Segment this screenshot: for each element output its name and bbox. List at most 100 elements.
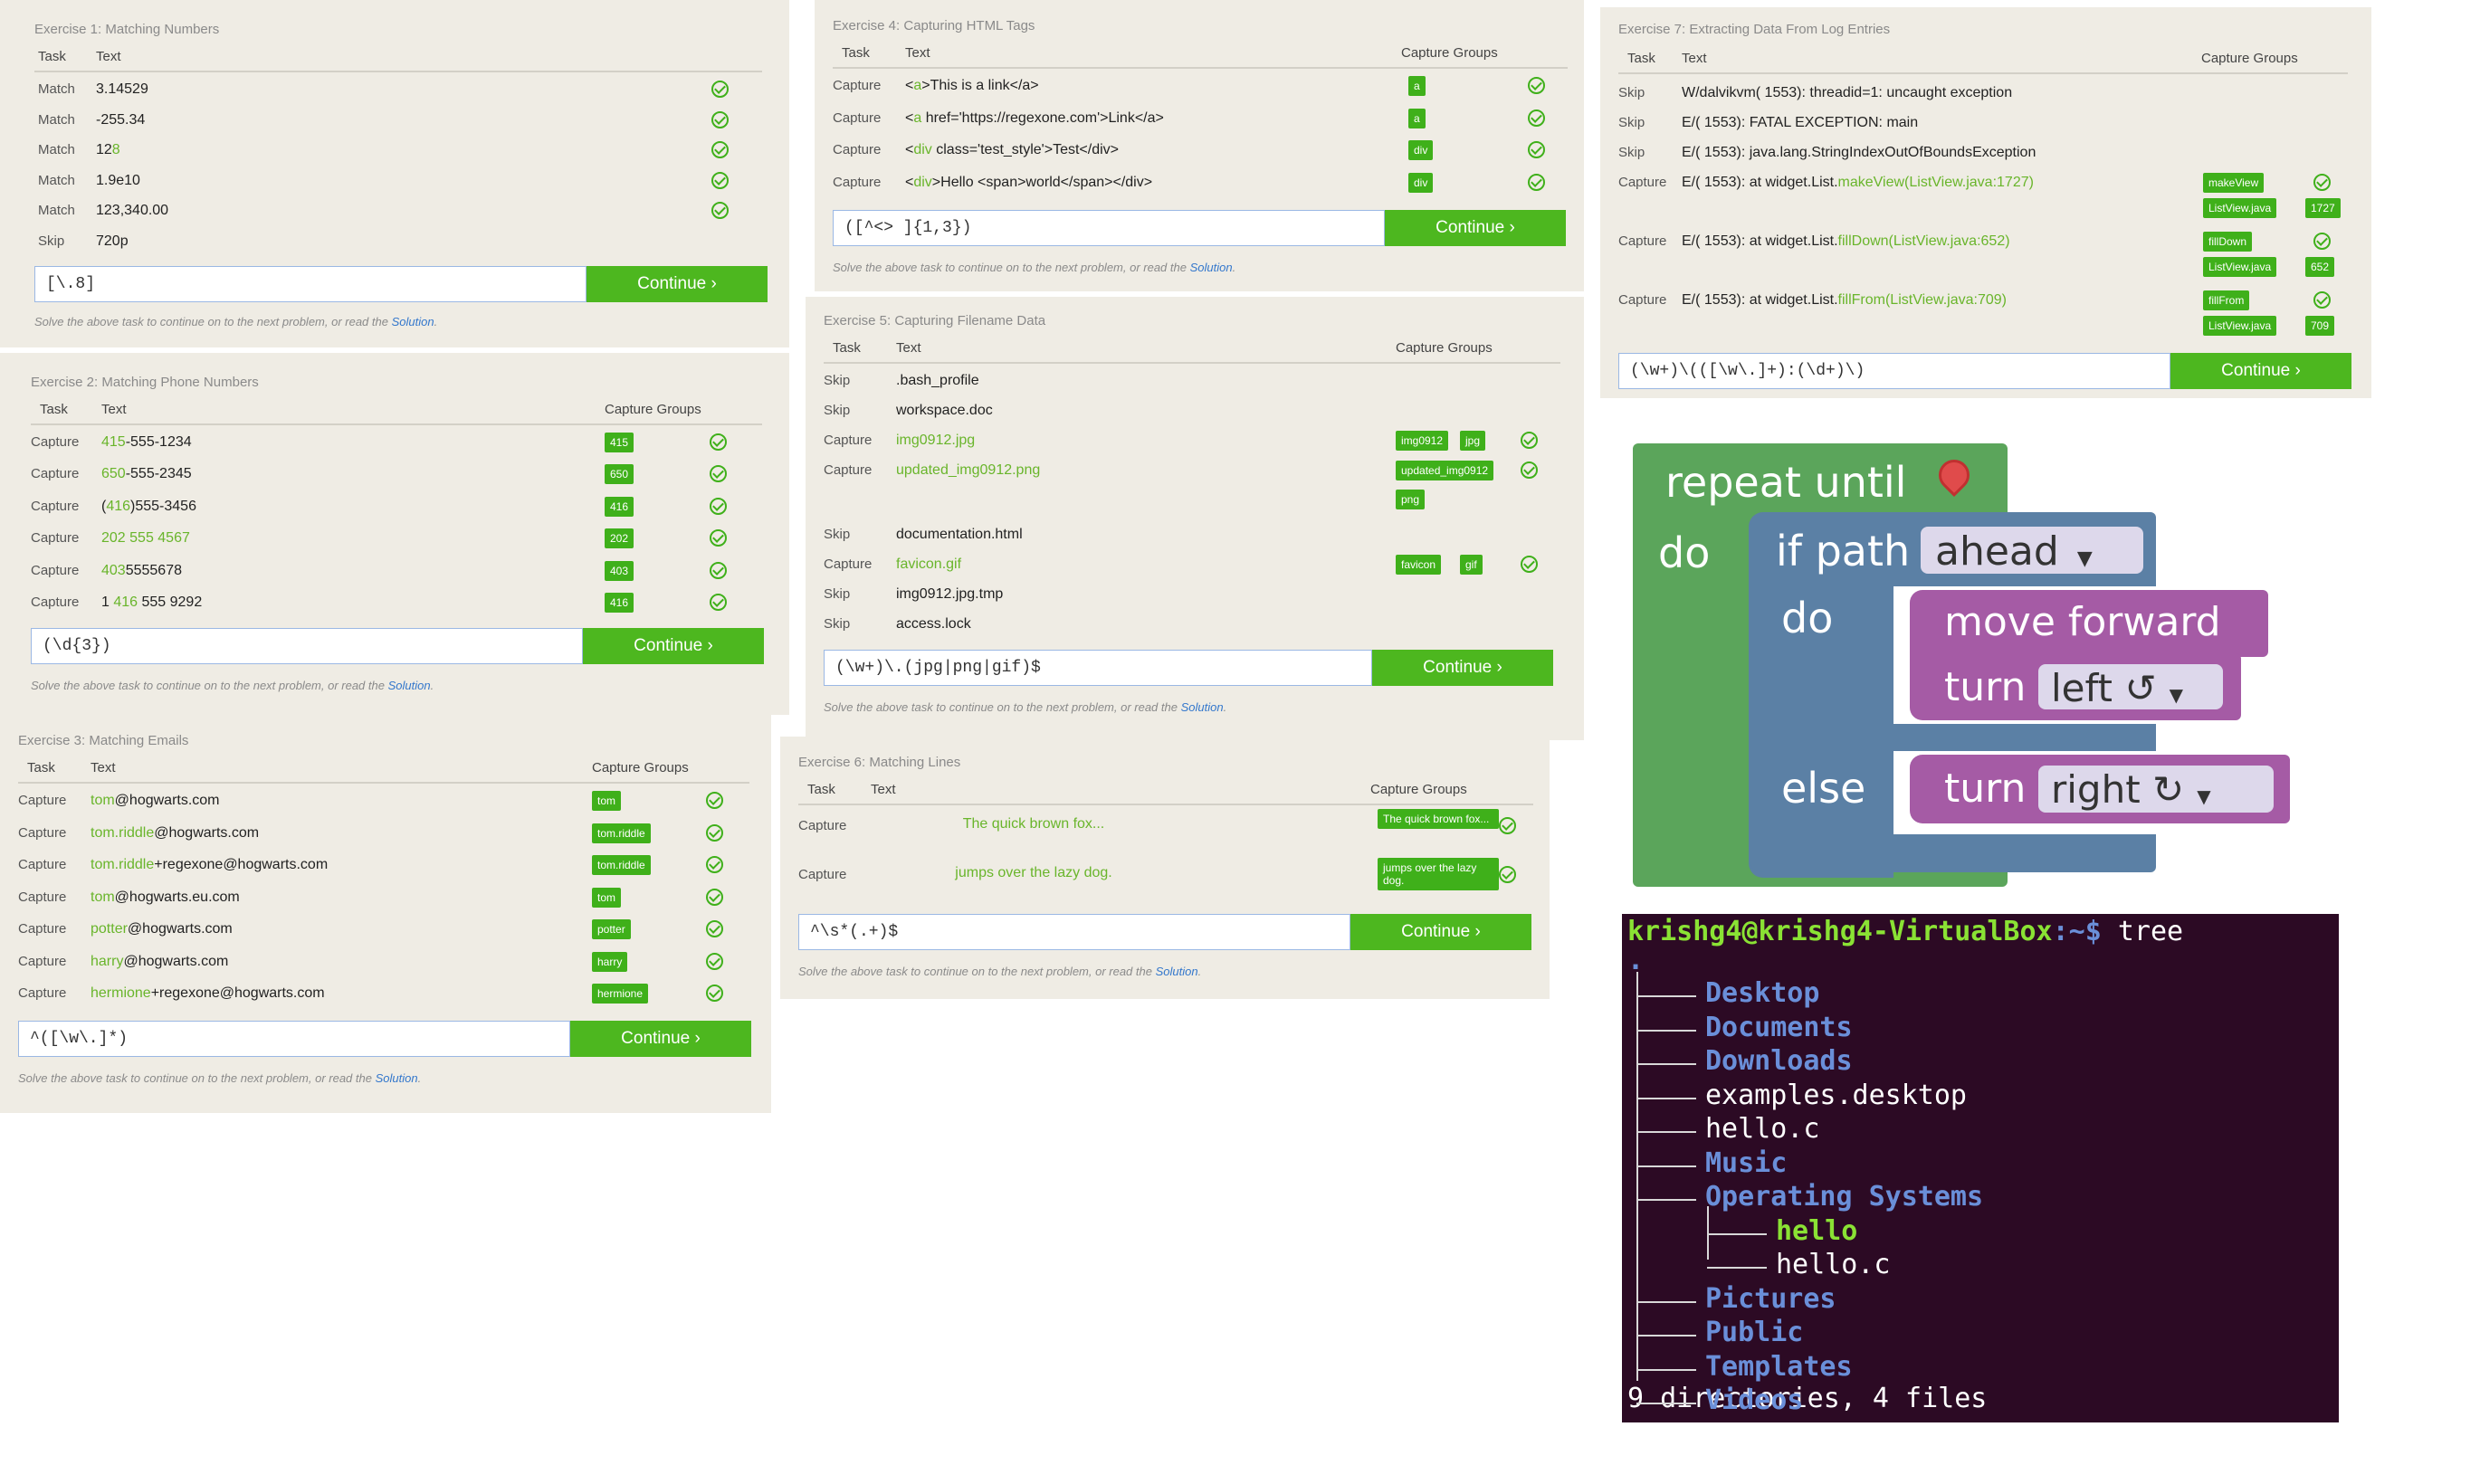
ahead-dropdown[interactable]: ahead ▼ [1921,527,2143,575]
do-label-inner: do [1781,594,1834,642]
tree-entry: Pictures [1705,1282,1836,1315]
hint-prefix: Solve the above task to continue on to t… [798,965,1156,978]
continue-button[interactable]: Continue › [570,1021,751,1057]
solution-link[interactable]: Solution [1181,700,1224,714]
capture-group-badge: div [1408,172,1434,193]
capture-group-badge: ListView.java [2203,198,2277,218]
table-row: Skip E/( 1553): java.lang.StringIndexOutO… [1618,139,2348,170]
text-hl: 403 [101,562,126,578]
command-text: tree [2101,916,2184,947]
regex-input[interactable]: (\w+)\.(jpg|png|gif)$ [824,650,1372,686]
left-dropdown[interactable]: left ↺ ▼ [2038,664,2223,710]
text-hl: a [913,78,922,93]
regex-input[interactable]: [\.8] [34,266,587,302]
table-row: Match 128 [34,137,762,167]
text-pre: E/( 1553): at widget.List. [1682,233,1838,249]
check-icon [711,202,729,219]
continue-button[interactable]: Continue › [583,628,764,664]
capture-group-badge: img0912 [1396,431,1449,451]
text-cell: 1.9e10 [96,173,140,189]
tree-summary: 9 directories, 4 files [1627,1383,1988,1414]
capture-group-badge: ListView.java [2203,257,2277,277]
text-post: 5555678 [125,562,182,578]
text-pre: documentation.html [896,527,1023,542]
solution-link[interactable]: Solution [376,1071,418,1085]
col-groups: Capture Groups [1396,340,1493,356]
text-pre: 720p [96,233,129,249]
text-hl: 202 555 4567 [101,530,190,547]
tree-trunk-line [1636,972,1638,1381]
text-pre: < [905,142,914,157]
table-header: Task Text Capture Groups [18,756,749,784]
solution-link[interactable]: Solution [1156,965,1198,978]
text-post: )555-3456 [130,498,196,514]
table-row: Capture <div>Hello <span>world</span></di… [833,169,1568,200]
capture-group-badge: a [1408,76,1426,96]
regex-input[interactable]: (\w+)\(([\w\.]+):(\d+)\) [1618,353,2170,389]
text-post: @hogwarts.com [114,793,220,808]
hint-text: Solve the above task to continue on to t… [18,1071,421,1085]
task-cell: Skip [1618,85,1645,100]
text-cell: favicon.gif [896,556,961,573]
regex-input[interactable]: ^\s*(.+)$ [798,914,1350,950]
table-row: Capture (416)555-3456 416 [31,493,762,524]
regex-input[interactable]: (\d{3}) [31,628,583,664]
tree-entry: Documents [1705,1011,1853,1043]
text-pre: 3.14529 [96,81,148,97]
exercise-title: Exercise 2: Matching Phone Numbers [31,375,259,390]
blockly-workspace: repeat until do if path ahead ▼ do move f… [1622,443,2292,896]
text-pre: E/( 1553): at widget.List. [1682,292,1838,308]
table-row: Skip .bash_profile [824,367,1560,398]
table-row: Skip img0912.jpg.tmp [824,581,1560,612]
exercise-7-panel: Exercise 7: Extracting Data From Log Ent… [1600,7,2371,398]
continue-button[interactable]: Continue › [587,266,768,302]
table-header: Task Text Capture Groups [31,398,762,425]
text-hl: tom [91,889,115,905]
solution-link[interactable]: Solution [392,315,434,328]
continue-button[interactable]: Continue › [2170,353,2351,389]
capture-group-badge: div [1408,140,1434,160]
task-cell: Capture [833,78,882,93]
capture-group-badge: 709 [2305,316,2335,336]
continue-button[interactable]: Continue › [1350,914,1531,950]
solution-link[interactable]: Solution [388,679,431,692]
if-middle-bar [1749,724,2156,751]
table-row: Match 3.14529 [34,76,762,107]
col-groups: Capture Groups [605,402,701,417]
text-hl: hermione [91,985,151,1001]
table-row: Match -255.34 [34,107,762,138]
hint-suffix: . [417,1071,422,1085]
capture-group-badge: 403 [605,560,634,581]
check-icon [710,433,727,451]
table-row: Capture 4035555678 403 [31,557,762,588]
regex-input[interactable]: ([^<> ]{1,3}) [833,210,1385,246]
check-icon [706,888,723,906]
text-pre: access.lock [896,616,971,632]
task-cell: Capture [1618,292,1667,308]
continue-button[interactable]: Continue › [1372,650,1553,686]
task-cell: Capture [833,109,882,126]
text-cell: 1 416 555 9292 [101,595,202,611]
task-cell: Capture [824,556,873,572]
text-cell: 123,340.00 [96,203,168,219]
terminal-prompt-line: krishg4@krishg4-VirtualBox:~$ tree [1627,916,2183,947]
text-post: href='https://regexone.com'>Link</a> [921,109,1164,126]
right-dropdown[interactable]: right ↻ ▼ [2038,766,2274,813]
task-cell: Skip [824,616,851,632]
hint-prefix: Solve the above task to continue on to t… [824,700,1181,714]
tree-entry: examples.desktop [1705,1079,1967,1111]
table-row: Match 123,340.00 [34,197,762,228]
task-cell: Capture [824,433,873,448]
text-hl: 415 [101,434,126,450]
tree-entry: hello.c [1776,1249,1891,1280]
text-cell: E/( 1553): at widget.List.fillDown(ListV… [1682,233,2010,250]
regex-input[interactable]: ^([\w\.]*) [18,1021,570,1057]
col-text: Text [96,49,121,64]
hint-text: Solve the above task to continue on to t… [34,315,437,328]
solution-link[interactable]: Solution [1190,261,1233,274]
col-task: Task [833,340,861,356]
else-label: else [1781,764,1866,813]
hint-suffix: . [1197,965,1202,978]
check-icon [710,594,727,611]
continue-button[interactable]: Continue › [1385,210,1566,246]
